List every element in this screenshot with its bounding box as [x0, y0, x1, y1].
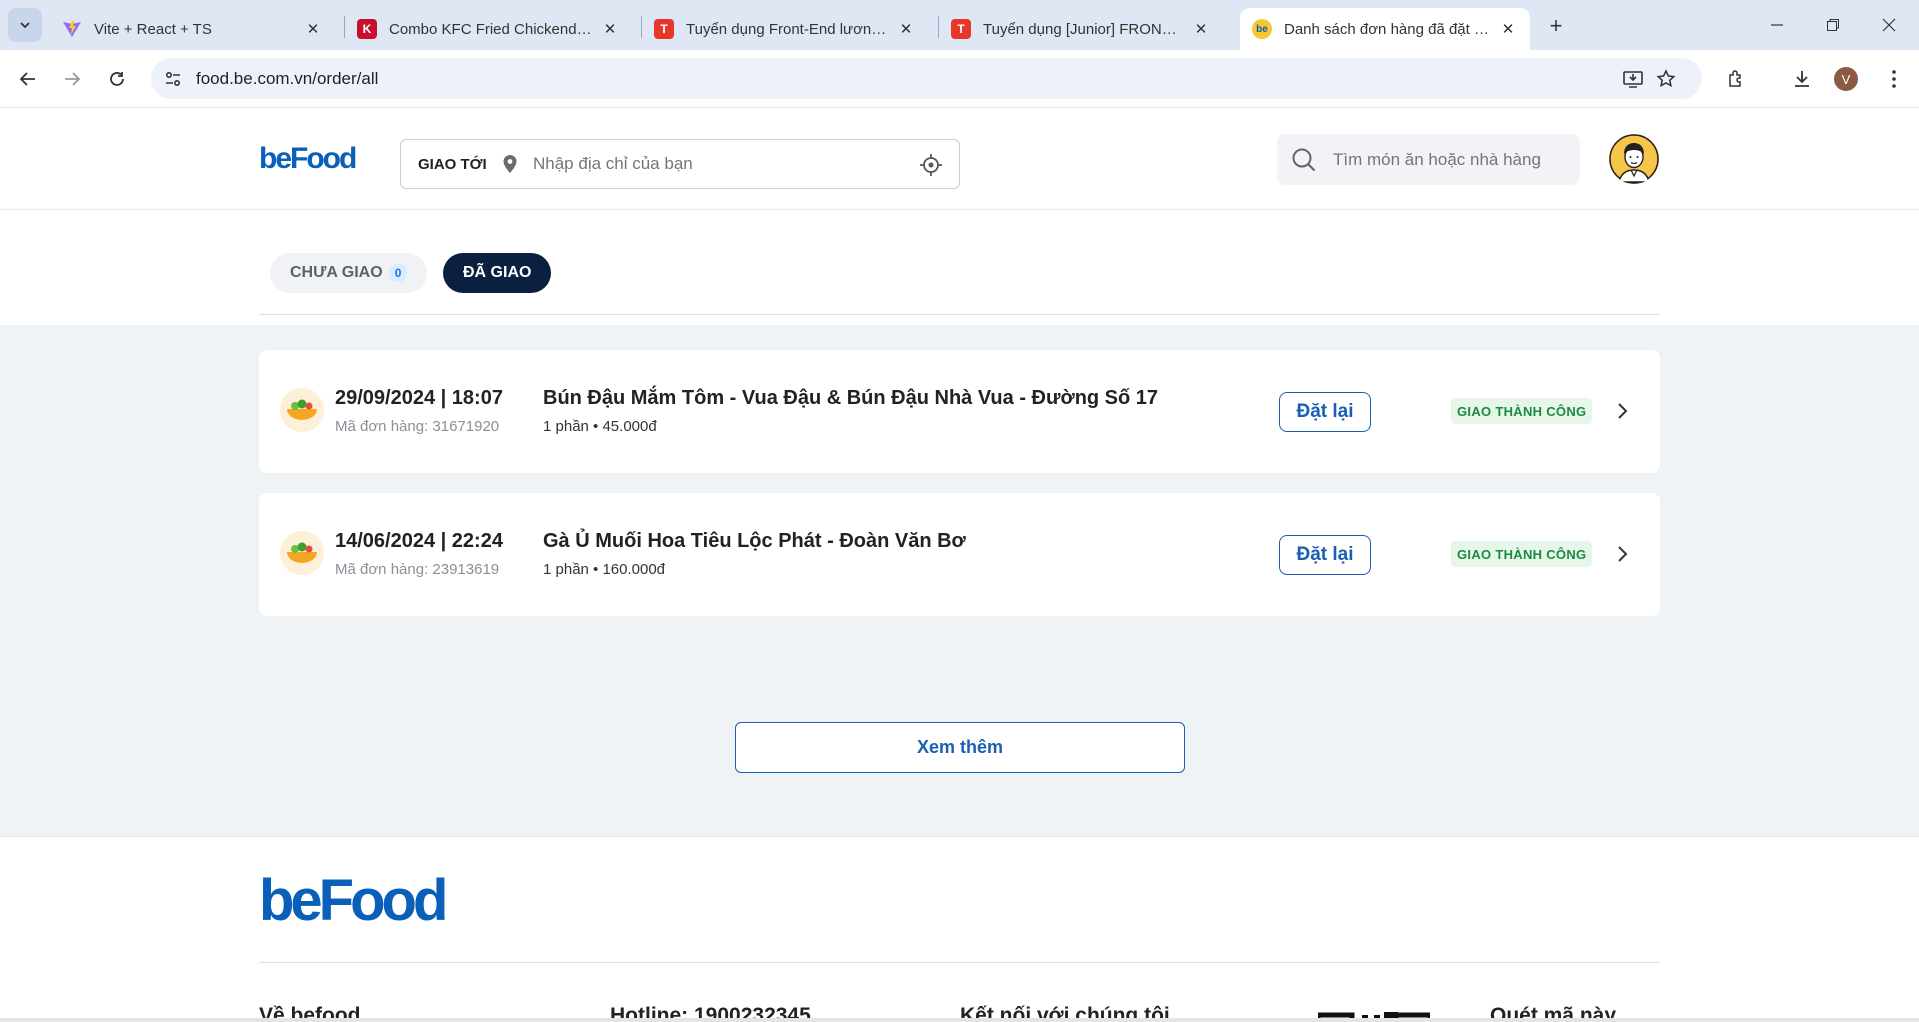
tab-delivered-orders[interactable]: ĐÃ GIAO: [443, 253, 552, 293]
browser-tab-kfc[interactable]: K Combo KFC Fried Chickend For ✕: [345, 8, 632, 50]
search-icon: [1292, 148, 1316, 172]
site-header: beFood GIAO TỚI: [0, 109, 1919, 210]
reload-button[interactable]: [101, 63, 133, 95]
befood-footer-logo: beFood: [259, 868, 448, 933]
tab-pending-orders[interactable]: CHƯA GIAO 0: [270, 253, 428, 293]
restaurant-name: Gà Ủ Muối Hoa Tiêu Lộc Phát - Đoàn Văn B…: [543, 530, 966, 552]
address-input[interactable]: [533, 154, 913, 174]
back-arrow-icon: [19, 72, 35, 86]
forward-button[interactable]: [56, 63, 88, 95]
food-bowl-icon: [280, 531, 324, 575]
status-badge: GIAO THÀNH CÔNG: [1451, 398, 1593, 424]
install-app-icon[interactable]: [1621, 67, 1645, 91]
order-summary: 1 phần • 160.000đ: [543, 561, 666, 578]
site-info-icon[interactable]: [161, 67, 185, 91]
befood-icon: be: [1252, 19, 1272, 39]
vite-icon: [62, 19, 82, 39]
downloads-button[interactable]: [1786, 63, 1818, 95]
restore-button[interactable]: [1815, 10, 1851, 40]
crosshair-locate-icon[interactable]: [919, 153, 943, 177]
close-icon[interactable]: ✕: [896, 19, 916, 39]
close-icon[interactable]: ✕: [1191, 19, 1211, 39]
close-icon[interactable]: ✕: [303, 19, 323, 39]
user-avatar[interactable]: [1609, 134, 1659, 184]
chevron-right-icon[interactable]: [1610, 542, 1634, 566]
close-icon[interactable]: ✕: [600, 19, 620, 39]
minimize-icon: [1771, 24, 1783, 26]
browser-tab-topcv-1[interactable]: T Tuyển dụng Front-End lương ca ✕: [642, 8, 928, 50]
restore-icon: [1827, 19, 1839, 31]
site-footer: beFood Về befood Hotline: 1900232345 Kết…: [0, 836, 1919, 1022]
browser-tabstrip: Vite + React + TS ✕ K Combo KFC Fried Ch…: [0, 0, 1919, 50]
close-icon: [1882, 18, 1896, 32]
puzzle-icon: [1729, 70, 1741, 87]
food-search-box[interactable]: [1277, 134, 1580, 185]
topcv-icon: T: [654, 19, 674, 39]
browser-tab-vite[interactable]: Vite + React + TS ✕: [50, 8, 335, 50]
tab-search-button[interactable]: [8, 8, 42, 42]
browser-tab-befood[interactable]: be Danh sách đơn hàng đã đặt | be ✕: [1240, 8, 1530, 50]
download-icon: [1795, 71, 1809, 87]
tab-title: Vite + React + TS: [94, 20, 212, 38]
divider: [259, 962, 1660, 963]
profile-avatar[interactable]: V: [1834, 67, 1858, 91]
minimize-button[interactable]: [1759, 10, 1795, 40]
order-summary: 1 phần • 45.000đ: [543, 418, 657, 435]
browser-tab-topcv-2[interactable]: T Tuyển dụng [Junior] FRONTEND ✕: [939, 8, 1223, 50]
divider: [259, 314, 1660, 315]
location-pin-icon: [503, 155, 517, 173]
food-bowl-icon: [280, 388, 324, 432]
tab-title: Tuyển dụng Front-End lương ca: [686, 20, 890, 38]
tab-delivered-label: ĐÃ GIAO: [463, 264, 532, 281]
tab-title: Combo KFC Fried Chickend For: [389, 20, 594, 38]
delivery-address-box[interactable]: GIAO TỚI: [400, 139, 960, 189]
order-card[interactable]: 14/06/2024 | 22:24 Mã đơn hàng: 23913619…: [259, 493, 1660, 616]
order-code: Mã đơn hàng: 23913619: [335, 561, 500, 578]
close-window-button[interactable]: [1871, 10, 1907, 40]
food-search-input[interactable]: [1333, 150, 1573, 170]
reorder-button[interactable]: Đặt lại: [1279, 535, 1371, 575]
kfc-icon: K: [357, 19, 377, 39]
order-card[interactable]: 29/09/2024 | 18:07 Mã đơn hàng: 31671920…: [259, 350, 1660, 473]
reload-icon: [110, 72, 124, 86]
user-avatar-icon: [1609, 134, 1659, 184]
order-code: Mã đơn hàng: 31671920: [335, 418, 500, 435]
back-button[interactable]: [12, 63, 44, 95]
tab-title: Danh sách đơn hàng đã đặt | be: [1284, 20, 1492, 38]
deliver-to-label: GIAO TỚI: [418, 156, 487, 173]
pending-count-badge: 0: [388, 264, 408, 282]
url-text[interactable]: food.be.com.vn/order/all: [196, 69, 378, 89]
order-datetime: 14/06/2024 | 22:24: [335, 530, 503, 552]
befood-logo[interactable]: beFood: [259, 142, 357, 176]
browser-menu-button[interactable]: [1878, 63, 1910, 95]
reorder-button[interactable]: Đặt lại: [1279, 392, 1371, 432]
new-tab-button[interactable]: +: [1542, 12, 1570, 40]
address-bar[interactable]: food.be.com.vn/order/all: [151, 58, 1702, 99]
order-datetime: 29/09/2024 | 18:07: [335, 387, 503, 409]
load-more-button[interactable]: Xem thêm: [735, 722, 1185, 773]
extensions-button[interactable]: [1720, 63, 1752, 95]
chevron-right-icon[interactable]: [1610, 399, 1634, 423]
topcv-icon: T: [951, 19, 971, 39]
close-icon[interactable]: ✕: [1498, 19, 1518, 39]
restaurant-name: Bún Đậu Mắm Tôm - Vua Đậu & Bún Đậu Nhà …: [543, 387, 1159, 409]
tab-pending-label: CHƯA GIAO: [290, 264, 383, 281]
bookmark-star-icon[interactable]: [1654, 67, 1678, 91]
forward-arrow-icon: [65, 72, 81, 86]
status-badge: GIAO THÀNH CÔNG: [1451, 541, 1593, 567]
order-tabs-area: CHƯA GIAO 0 ĐÃ GIAO: [0, 211, 1919, 325]
tab-title: Tuyển dụng [Junior] FRONTEND: [983, 20, 1185, 38]
chevron-down-icon: [20, 22, 30, 29]
browser-toolbar: food.be.com.vn/order/all: [0, 50, 1919, 108]
kebab-menu-icon: [1892, 70, 1896, 88]
window-bottom-edge: [0, 1018, 1919, 1022]
